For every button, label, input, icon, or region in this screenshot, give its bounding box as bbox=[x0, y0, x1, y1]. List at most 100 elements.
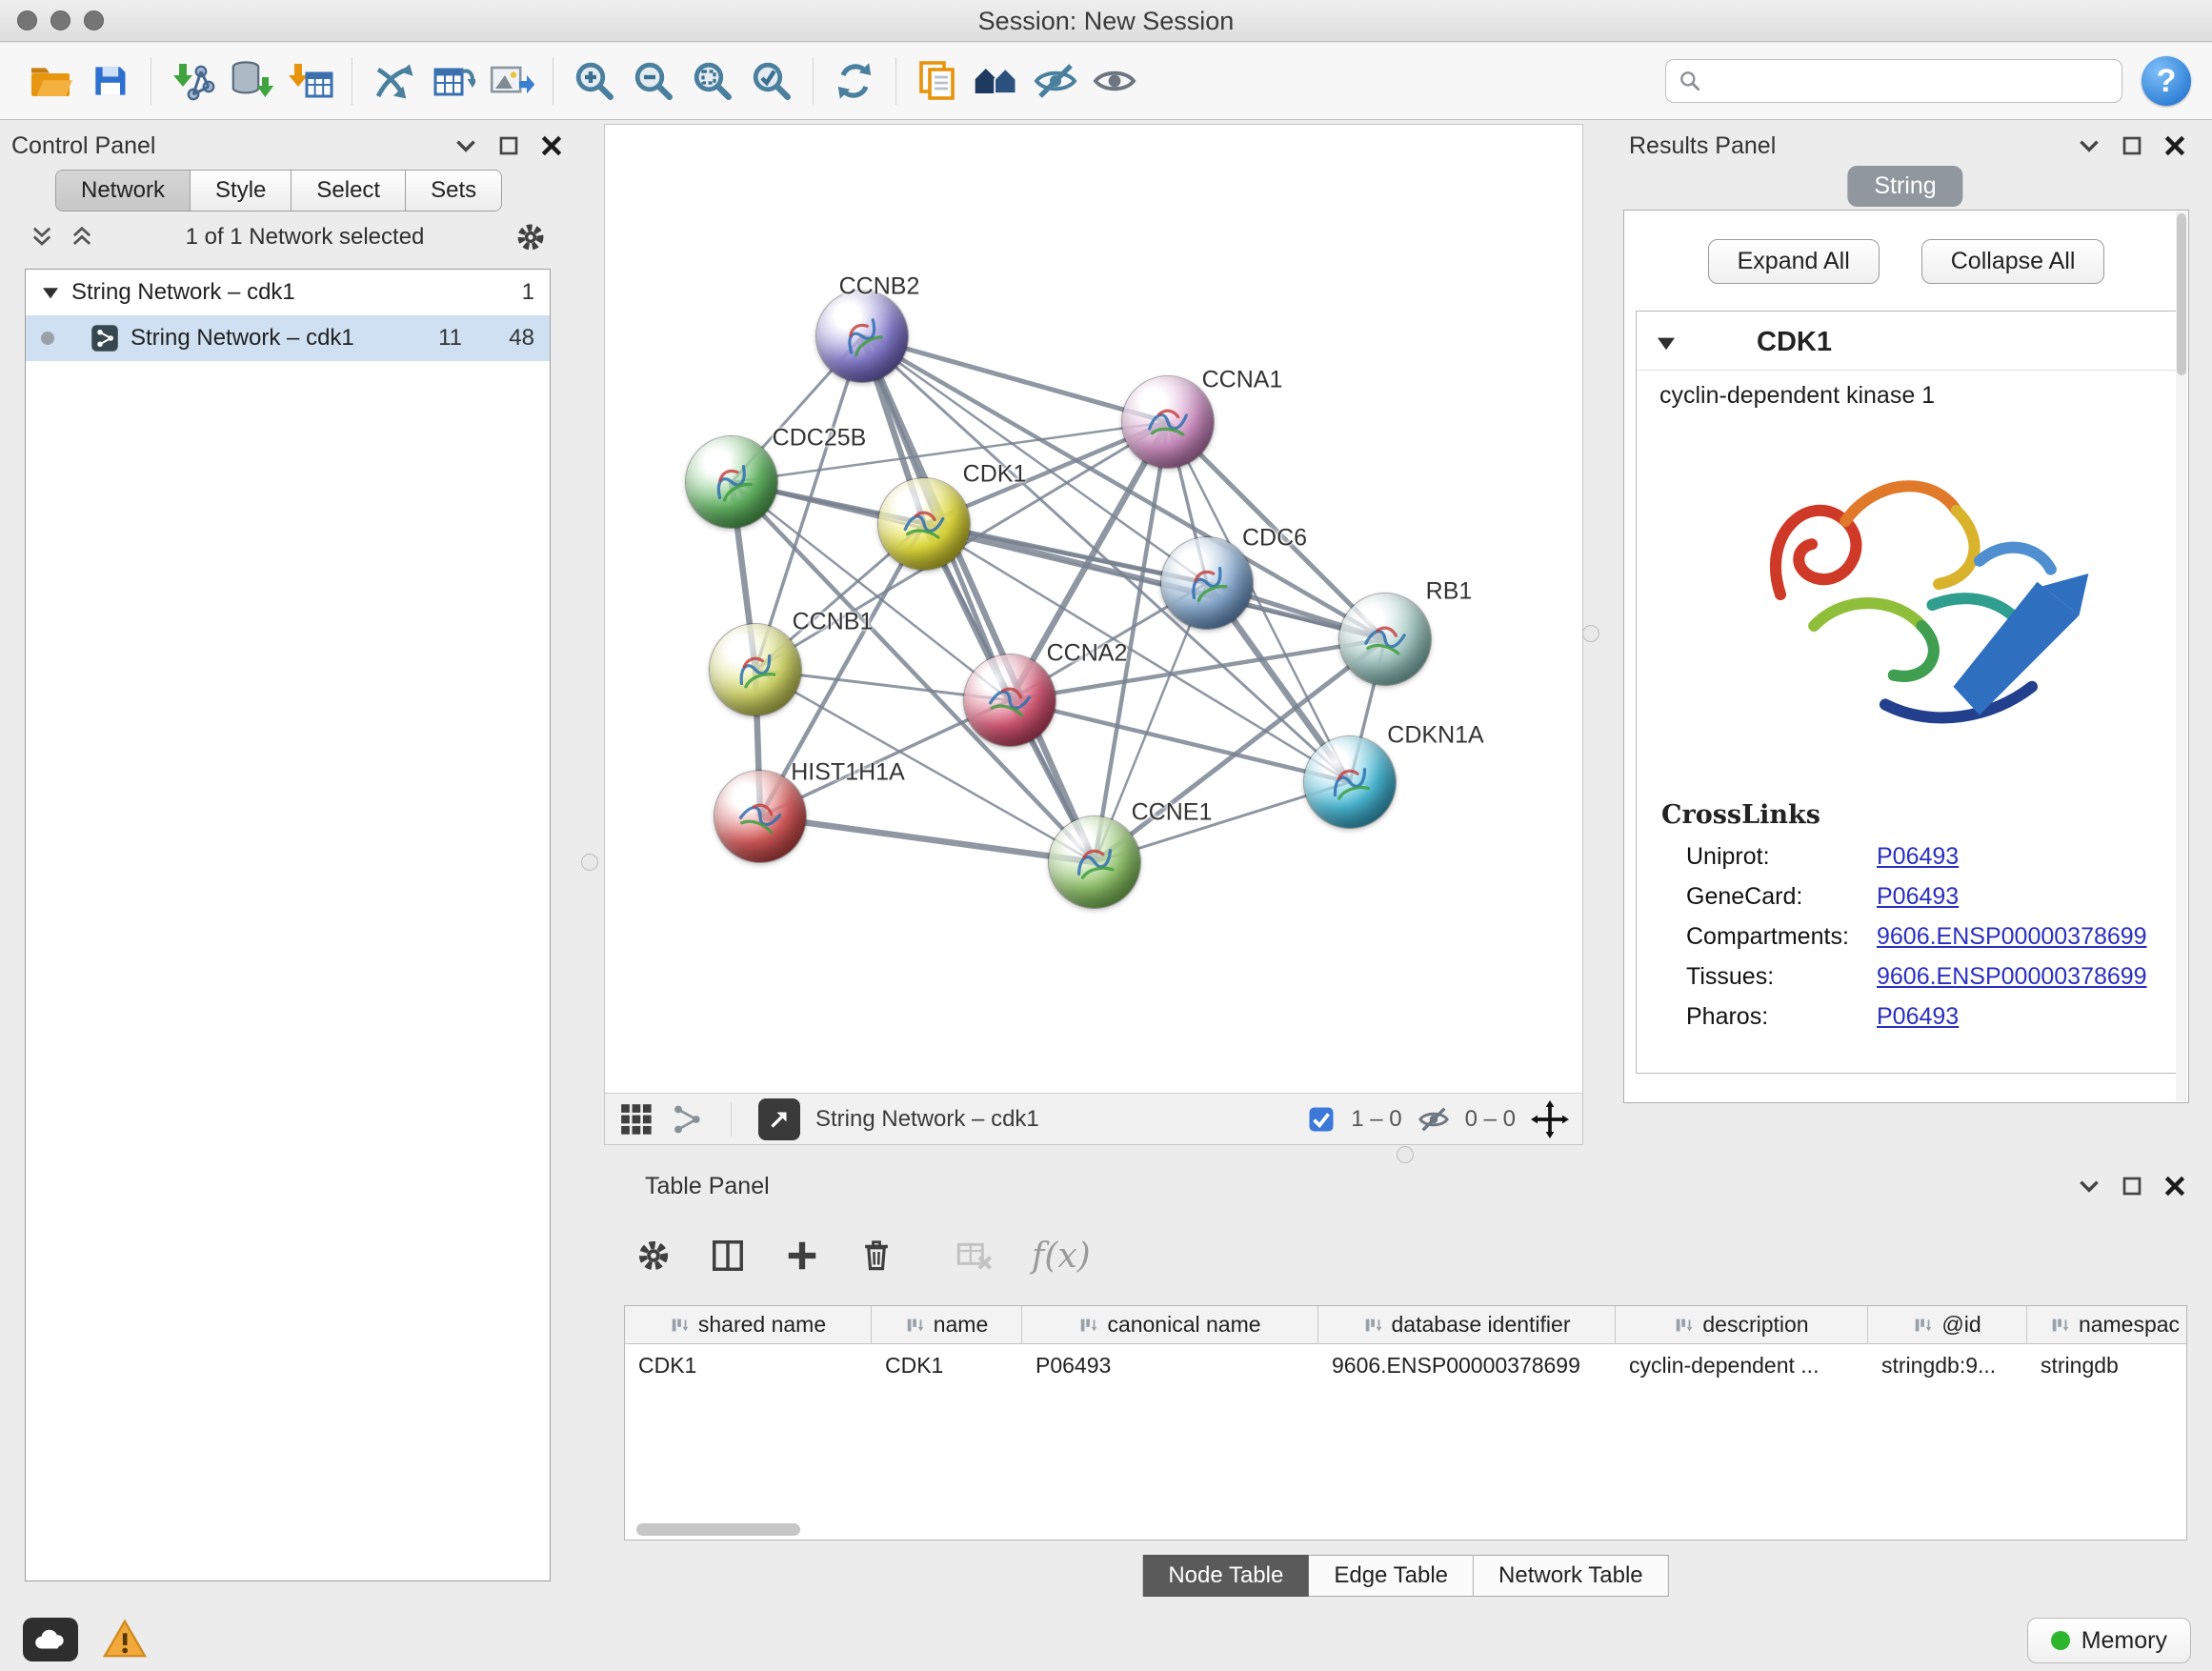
horizontal-scrollbar[interactable] bbox=[636, 1523, 800, 1536]
pan-crosshair-icon[interactable] bbox=[1531, 1100, 1569, 1138]
float-window-icon[interactable] bbox=[2121, 134, 2143, 157]
column-header-namespac[interactable]: namespac bbox=[2027, 1306, 2187, 1343]
share-network-icon[interactable] bbox=[670, 1102, 704, 1137]
chevron-down-icon[interactable] bbox=[2077, 1177, 2101, 1196]
add-column-icon[interactable] bbox=[784, 1238, 820, 1274]
gear-icon[interactable] bbox=[514, 221, 547, 253]
table-row[interactable]: CDK1CDK1P064939606.ENSP00000378699cyclin… bbox=[625, 1344, 2186, 1386]
close-icon[interactable] bbox=[539, 133, 564, 158]
network-node-ccne1[interactable] bbox=[1049, 816, 1140, 908]
vertical-splitter-handle[interactable] bbox=[581, 854, 598, 871]
zoom-selected-button[interactable] bbox=[742, 51, 801, 111]
column-header-shared-name[interactable]: shared name bbox=[625, 1306, 872, 1343]
vertical-splitter-handle[interactable] bbox=[1582, 625, 1599, 642]
zoom-in-button[interactable] bbox=[565, 51, 624, 111]
tab-select[interactable]: Select bbox=[292, 171, 406, 211]
horizontal-splitter-handle[interactable] bbox=[1397, 1146, 1414, 1163]
import-network-database-button[interactable] bbox=[222, 51, 281, 111]
tree-network-row[interactable]: String Network – cdk1 11 48 bbox=[26, 315, 550, 361]
tab-network[interactable]: Network bbox=[56, 171, 191, 211]
traffic-minimize-button[interactable] bbox=[50, 10, 70, 30]
crosslink-link[interactable]: 9606.ENSP00000378699 bbox=[1877, 923, 2147, 951]
delete-column-trash-icon[interactable] bbox=[858, 1238, 895, 1274]
home-views-button[interactable] bbox=[967, 51, 1026, 111]
network-canvas[interactable]: CCNB2CCNA1CDC25BCDK1CDC6RB1CCNB1CCNA2CDK… bbox=[605, 125, 1582, 1093]
traffic-close-button[interactable] bbox=[17, 10, 37, 30]
function-builder-icon[interactable]: f(x) bbox=[1032, 1237, 1091, 1276]
help-button[interactable]: ? bbox=[2142, 56, 2191, 106]
close-icon[interactable] bbox=[2162, 1174, 2187, 1198]
export-image-button[interactable] bbox=[482, 51, 541, 111]
tree-collection-row[interactable]: String Network – cdk1 1 bbox=[26, 270, 550, 315]
table-cell[interactable]: CDK1 bbox=[872, 1344, 1022, 1386]
crosslink-link[interactable]: P06493 bbox=[1877, 883, 1959, 911]
import-network-file-button[interactable] bbox=[163, 51, 222, 111]
network-from-selection-button[interactable] bbox=[364, 51, 423, 111]
table-cell[interactable]: stringdb bbox=[2027, 1344, 2187, 1386]
table-cell[interactable]: CDK1 bbox=[625, 1344, 872, 1386]
network-node-ccnb1[interactable] bbox=[710, 624, 801, 715]
chevron-down-icon[interactable] bbox=[453, 136, 478, 155]
search-input[interactable] bbox=[1712, 68, 2110, 94]
network-node-cdk1[interactable] bbox=[878, 478, 970, 570]
tab-style[interactable]: Style bbox=[191, 171, 292, 211]
collapse-all-icon[interactable] bbox=[29, 224, 55, 251]
table-cell[interactable]: P06493 bbox=[1022, 1344, 1318, 1386]
export-table-button[interactable] bbox=[423, 51, 482, 111]
tab-edge-table[interactable]: Edge Table bbox=[1309, 1555, 1474, 1597]
expand-all-icon[interactable] bbox=[69, 224, 95, 251]
export-documents-button[interactable] bbox=[908, 51, 967, 111]
tab-sets[interactable]: Sets bbox=[406, 171, 501, 211]
crosslink-link[interactable]: P06493 bbox=[1877, 843, 1959, 871]
float-window-icon[interactable] bbox=[2121, 1175, 2143, 1198]
disclosure-triangle-icon[interactable] bbox=[41, 285, 60, 300]
table-cell[interactable]: cyclin-dependent ... bbox=[1616, 1344, 1868, 1386]
network-node-cdc25b[interactable] bbox=[686, 436, 777, 528]
table-settings-gear-icon[interactable] bbox=[635, 1238, 672, 1274]
warning-icon[interactable] bbox=[101, 1618, 149, 1661]
zoom-fit-button[interactable] bbox=[683, 51, 742, 111]
memory-button[interactable]: Memory bbox=[2027, 1618, 2191, 1663]
show-graphics-details-button[interactable] bbox=[1085, 51, 1144, 111]
network-node-ccnb2[interactable] bbox=[816, 291, 908, 382]
table-cell[interactable]: stringdb:9... bbox=[1868, 1344, 2027, 1386]
network-node-cdkn1a[interactable] bbox=[1304, 736, 1396, 828]
refresh-layout-button[interactable] bbox=[825, 51, 884, 111]
crosslink-link[interactable]: 9606.ENSP00000378699 bbox=[1877, 963, 2147, 991]
tab-string[interactable]: String bbox=[1847, 166, 1962, 207]
collapse-all-button[interactable]: Collapse All bbox=[1921, 239, 2105, 284]
crosslink-link[interactable]: P06493 bbox=[1877, 1003, 1959, 1031]
expand-all-button[interactable]: Expand All bbox=[1708, 239, 1880, 284]
column-header--id[interactable]: @id bbox=[1868, 1306, 2027, 1343]
cloud-button[interactable] bbox=[23, 1618, 78, 1661]
open-session-button[interactable] bbox=[21, 51, 80, 111]
table-cell[interactable]: 9606.ENSP00000378699 bbox=[1318, 1344, 1616, 1386]
zoom-out-button[interactable] bbox=[624, 51, 683, 111]
selected-checkbox-icon[interactable] bbox=[1307, 1105, 1336, 1134]
network-node-ccna1[interactable] bbox=[1122, 376, 1214, 468]
column-header-description[interactable]: description bbox=[1616, 1306, 1868, 1343]
float-window-icon[interactable] bbox=[497, 134, 520, 157]
results-scrollbar[interactable] bbox=[2176, 211, 2187, 1101]
import-table-button[interactable] bbox=[281, 51, 340, 111]
tab-node-table[interactable]: Node Table bbox=[1142, 1555, 1309, 1597]
traffic-zoom-button[interactable] bbox=[84, 10, 104, 30]
open-in-window-button[interactable] bbox=[758, 1098, 800, 1140]
close-icon[interactable] bbox=[2162, 133, 2187, 158]
network-edge[interactable] bbox=[760, 816, 1095, 862]
network-node-cdc6[interactable] bbox=[1161, 537, 1253, 629]
save-session-button[interactable] bbox=[80, 51, 139, 111]
column-header-database-identifier[interactable]: database identifier bbox=[1318, 1306, 1616, 1343]
column-header-canonical-name[interactable]: canonical name bbox=[1022, 1306, 1318, 1343]
entry-disclosure-triangle-icon[interactable] bbox=[1656, 334, 1677, 352]
hidden-eye-slash-icon[interactable] bbox=[1418, 1103, 1450, 1136]
network-node-rb1[interactable] bbox=[1339, 594, 1431, 685]
network-node-ccna2[interactable] bbox=[964, 654, 1056, 746]
network-edge[interactable] bbox=[924, 524, 1385, 639]
hide-graphics-details-button[interactable] bbox=[1026, 51, 1085, 111]
tab-network-table[interactable]: Network Table bbox=[1474, 1555, 1669, 1597]
chevron-down-icon[interactable] bbox=[2077, 136, 2101, 155]
column-header-name[interactable]: name bbox=[872, 1306, 1022, 1343]
show-columns-icon[interactable] bbox=[710, 1238, 746, 1274]
birdseye-grid-icon[interactable] bbox=[618, 1101, 654, 1137]
